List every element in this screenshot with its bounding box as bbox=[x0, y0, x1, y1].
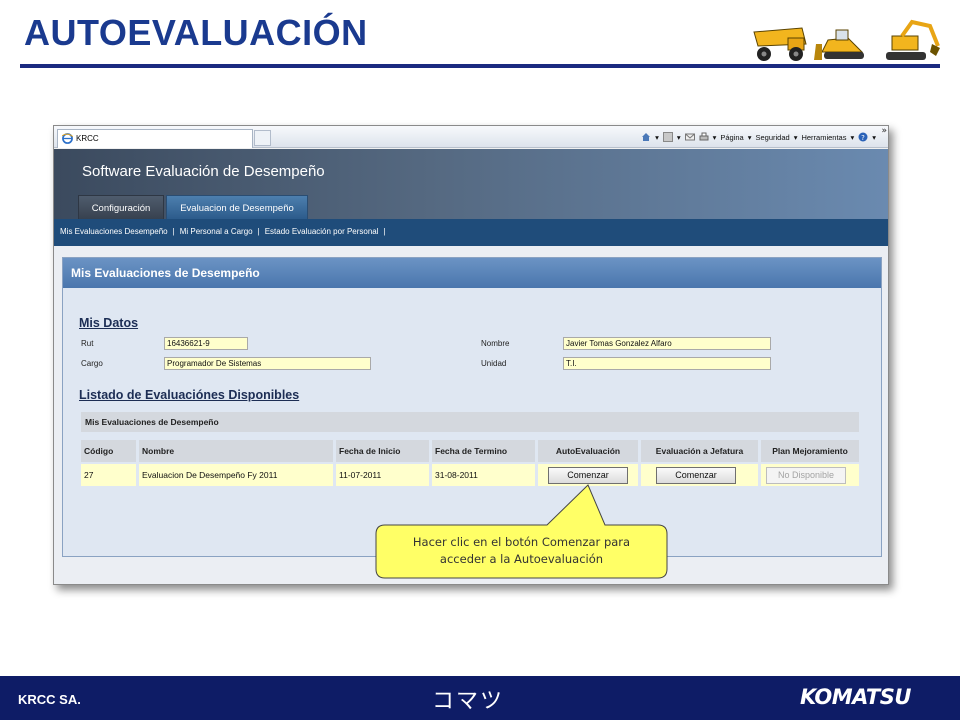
browser-tab-title: KRCC bbox=[76, 134, 99, 143]
app-title: Software Evaluación de Desempeño bbox=[82, 163, 325, 180]
no-disponible-button: No Disponible bbox=[766, 467, 846, 484]
rss-icon[interactable] bbox=[662, 132, 673, 142]
callout-line-2: acceder a la Autoevaluación bbox=[439, 552, 604, 566]
new-tab-button[interactable] bbox=[254, 130, 271, 146]
column-header: Nombre bbox=[139, 440, 333, 462]
menu-seguridad[interactable]: Seguridad bbox=[755, 133, 789, 142]
mail-icon[interactable] bbox=[684, 132, 695, 142]
table-cell-codigo: 27 bbox=[81, 464, 136, 486]
subnav-separator: | bbox=[383, 227, 386, 236]
ie-icon bbox=[62, 133, 73, 144]
column-header: Código bbox=[81, 440, 136, 462]
subnav-estado-evaluacion[interactable]: Estado Evaluación por Personal bbox=[265, 227, 379, 236]
rut-label: Rut bbox=[81, 339, 94, 348]
machinery-logos bbox=[753, 19, 940, 61]
title-divider bbox=[20, 64, 940, 68]
app-header: Software Evaluación de Desempeño Configu… bbox=[54, 149, 888, 219]
callout-line-1: Hacer clic en el botón Comenzar para bbox=[412, 535, 631, 549]
dropdown-arrow[interactable]: ▾ bbox=[677, 133, 681, 142]
panel-title: Mis Evaluaciones de Desempeño bbox=[63, 258, 881, 288]
rut-field[interactable]: 16436621-9 bbox=[164, 337, 248, 350]
bulldozer-icon bbox=[814, 29, 864, 60]
unidad-label: Unidad bbox=[481, 359, 507, 368]
menu-herramientas[interactable]: Herramientas bbox=[801, 133, 846, 142]
column-header: Evaluación a Jefatura bbox=[641, 440, 758, 462]
mis-datos-heading: Mis Datos bbox=[79, 316, 139, 330]
dropdown-arrow[interactable]: ▾ bbox=[872, 133, 876, 142]
subnav-mi-personal[interactable]: Mi Personal a Cargo bbox=[180, 227, 253, 236]
browser-toolbar: KRCC ▾ ▾ ▾ Página ▾ Seguridad ▾ Herramient… bbox=[54, 126, 888, 148]
subnav-mis-evaluaciones[interactable]: Mis Evaluaciones Desempeño bbox=[60, 227, 168, 236]
cargo-field[interactable]: Programador De Sistemas bbox=[164, 357, 371, 370]
tab-evaluacion-desempeno[interactable]: Evaluacion de Desempeño bbox=[166, 195, 308, 219]
slide-footer: KRCC SA. コマツ KOMATSU bbox=[0, 676, 960, 720]
sub-navigation: Mis Evaluaciones Desempeño | Mi Personal a… bbox=[54, 219, 888, 246]
tab-configuracion[interactable]: Configuración bbox=[78, 195, 164, 219]
browser-tab[interactable]: KRCC bbox=[57, 129, 253, 148]
subnav-separator: | bbox=[172, 227, 175, 236]
unidad-field[interactable]: T.I. bbox=[563, 357, 771, 370]
svg-text:?: ? bbox=[861, 134, 865, 142]
table-cell-fecha-inicio: 11-07-2011 bbox=[336, 464, 429, 486]
excavator-icon bbox=[886, 19, 940, 60]
chevron-more-icon[interactable]: » bbox=[881, 126, 887, 136]
command-bar: ▾ ▾ ▾ Página ▾ Seguridad ▾ Herramientas ▾ ?… bbox=[641, 130, 876, 144]
subnav-separator: | bbox=[257, 227, 260, 236]
slide: AUTOEVALUACIÓN KRCC ▾ ▾ ▾ Página ▾ Segur… bbox=[0, 0, 960, 720]
footer-company: KRCC SA. bbox=[18, 692, 81, 707]
menu-pagina[interactable]: Página bbox=[720, 133, 743, 142]
slide-title: AUTOEVALUACIÓN bbox=[24, 12, 368, 53]
column-header: Fecha de Inicio bbox=[336, 440, 429, 462]
dropdown-arrow[interactable]: ▾ bbox=[713, 133, 717, 142]
print-icon[interactable] bbox=[699, 132, 709, 142]
table-cell-nombre: Evaluacion De Desempeño Fy 2011 bbox=[139, 464, 333, 486]
dropdown-arrow[interactable]: ▾ bbox=[655, 133, 659, 142]
dump-truck-icon bbox=[753, 27, 807, 61]
nombre-label: Nombre bbox=[481, 339, 510, 348]
cargo-label: Cargo bbox=[81, 359, 103, 368]
column-header: Fecha de Termino bbox=[432, 440, 535, 462]
home-icon[interactable] bbox=[641, 132, 651, 142]
nombre-field[interactable]: Javier Tomas Gonzalez Alfaro bbox=[563, 337, 771, 350]
column-header: Plan Mejoramiento bbox=[761, 440, 859, 462]
comenzar-autoevaluacion-button[interactable]: Comenzar bbox=[548, 467, 628, 484]
table-cell-fecha-termino: 31-08-2011 bbox=[432, 464, 535, 486]
listado-heading: Listado de Evaluaciónes Disponibles bbox=[79, 388, 300, 402]
table-caption: Mis Evaluaciones de Desempeño bbox=[81, 412, 859, 432]
komatsu-logo: KOMATSU bbox=[800, 685, 911, 709]
footer-kana-logo: コマツ bbox=[432, 689, 505, 714]
column-header: AutoEvaluación bbox=[538, 440, 638, 462]
instruction-callout: Hacer clic en el botón Comenzar para acc… bbox=[375, 484, 668, 579]
comenzar-evaluacion-jefatura-button[interactable]: Comenzar bbox=[656, 467, 736, 484]
callout-text: Hacer clic en el botón Comenzar para acc… bbox=[385, 534, 658, 568]
help-icon[interactable]: ? bbox=[858, 132, 868, 142]
